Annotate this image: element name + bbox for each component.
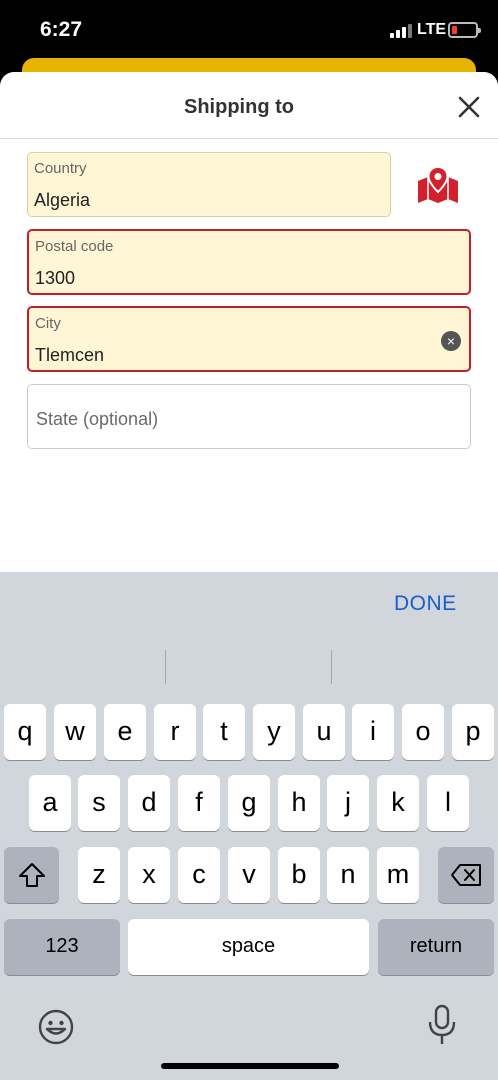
return-key[interactable]: return xyxy=(378,919,494,975)
battery-icon xyxy=(448,22,481,38)
key-k[interactable]: k xyxy=(377,775,419,831)
keyboard: DONE q w e r t y u i o p a s d f g h j k… xyxy=(0,572,498,1080)
backspace-key[interactable] xyxy=(438,847,494,903)
key-z[interactable]: z xyxy=(78,847,120,903)
key-e[interactable]: e xyxy=(104,704,146,760)
backspace-icon xyxy=(451,864,481,886)
space-key[interactable]: space xyxy=(128,919,369,975)
key-p[interactable]: p xyxy=(452,704,494,760)
key-b[interactable]: b xyxy=(278,847,320,903)
key-u[interactable]: u xyxy=(303,704,345,760)
key-m[interactable]: m xyxy=(377,847,419,903)
postal-code-field[interactable]: Postal code 1300 xyxy=(27,229,471,295)
city-field[interactable]: City Tlemcen × xyxy=(27,306,471,372)
city-label: City xyxy=(35,315,61,332)
status-bar: 6:27 LTE xyxy=(0,0,498,62)
key-h[interactable]: h xyxy=(278,775,320,831)
sheet-title: Shipping to xyxy=(184,96,294,118)
status-time: 6:27 xyxy=(40,18,83,41)
key-t[interactable]: t xyxy=(203,704,245,760)
clear-icon[interactable]: × xyxy=(441,331,461,351)
key-j[interactable]: j xyxy=(327,775,369,831)
key-v[interactable]: v xyxy=(228,847,270,903)
key-c[interactable]: c xyxy=(178,847,220,903)
key-n[interactable]: n xyxy=(327,847,369,903)
city-value: Tlemcen xyxy=(35,345,105,365)
map-pin-icon[interactable] xyxy=(416,167,460,205)
key-y[interactable]: y xyxy=(253,704,295,760)
key-a[interactable]: a xyxy=(29,775,71,831)
state-placeholder: State (optional) xyxy=(36,409,159,429)
cellular-signal-icon xyxy=(390,24,412,38)
country-label: Country xyxy=(34,160,87,177)
numbers-key[interactable]: 123 xyxy=(4,919,120,975)
key-s[interactable]: s xyxy=(78,775,120,831)
shift-icon xyxy=(18,863,45,887)
key-i[interactable]: i xyxy=(352,704,394,760)
suggestion-divider xyxy=(165,650,166,684)
network-type: LTE xyxy=(417,21,447,38)
shift-key[interactable] xyxy=(4,847,59,903)
key-r[interactable]: r xyxy=(154,704,196,760)
key-g[interactable]: g xyxy=(228,775,270,831)
key-d[interactable]: d xyxy=(128,775,170,831)
key-f[interactable]: f xyxy=(178,775,220,831)
home-indicator[interactable] xyxy=(161,1063,339,1069)
country-value: Algeria xyxy=(34,190,91,210)
key-w[interactable]: w xyxy=(54,704,96,760)
sheet-header: Shipping to xyxy=(0,72,498,139)
key-o[interactable]: o xyxy=(402,704,444,760)
key-x[interactable]: x xyxy=(128,847,170,903)
country-field[interactable]: Country Algeria xyxy=(27,152,391,217)
key-l[interactable]: l xyxy=(427,775,469,831)
postal-code-label: Postal code xyxy=(35,238,114,255)
microphone-icon[interactable] xyxy=(427,1004,457,1046)
postal-code-value: 1300 xyxy=(35,268,76,288)
state-field[interactable]: State (optional) xyxy=(27,384,471,449)
done-button[interactable]: DONE xyxy=(394,592,457,616)
emoji-icon[interactable] xyxy=(37,1008,75,1046)
key-q[interactable]: q xyxy=(4,704,46,760)
close-icon[interactable] xyxy=(456,94,482,120)
suggestion-divider xyxy=(331,650,332,684)
